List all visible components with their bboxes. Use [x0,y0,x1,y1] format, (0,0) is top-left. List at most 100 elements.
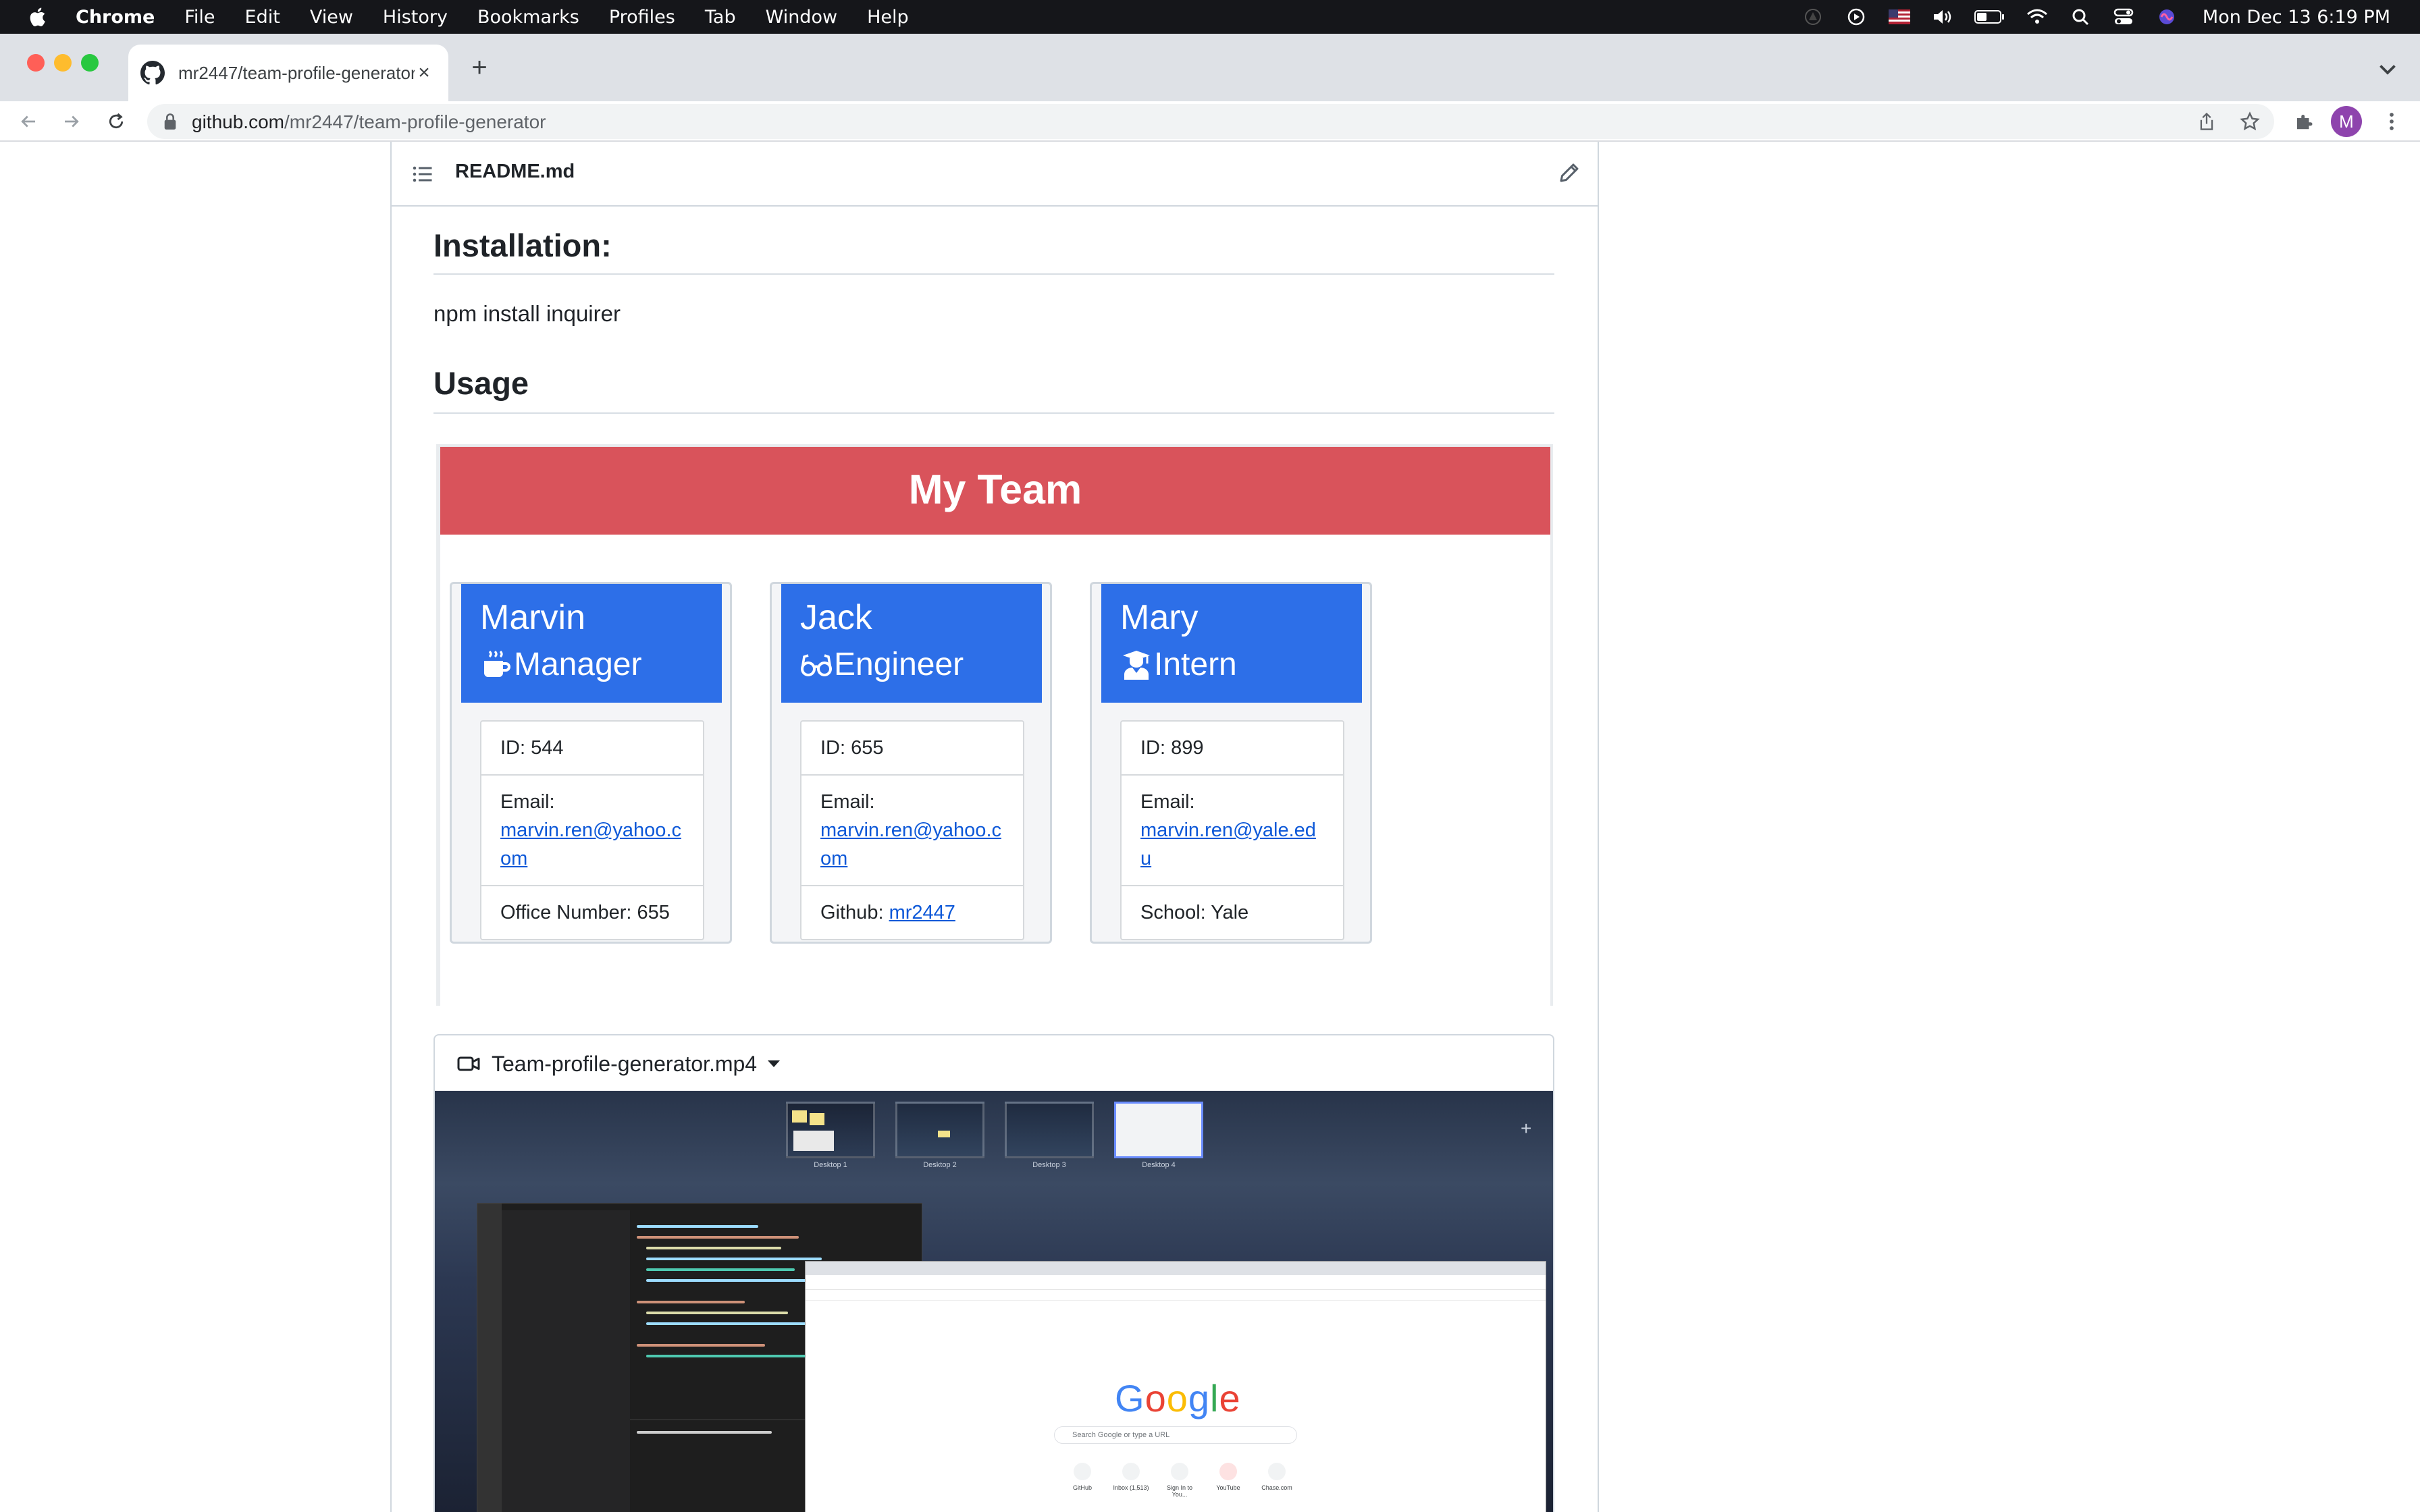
menu-bookmarks[interactable]: Bookmarks [477,7,579,28]
shortcut-tile: GitHub [1062,1463,1103,1491]
input-source-flag-icon[interactable] [1887,7,1912,27]
card-header: Marvin Manager [461,584,722,703]
video-player[interactable]: Desktop 1 Desktop 2 Desktop 3 Desktop 4 … [435,1091,1553,1512]
forward-button[interactable] [57,101,86,142]
tab-close-icon[interactable]: × [412,61,436,85]
employee-office-number: Office Number: 655 [500,902,670,923]
tab-search-chevron-icon[interactable] [2375,57,2400,81]
video-camera-icon [457,1056,480,1071]
browser-tab-active[interactable]: mr2447/team-profile-generator × [128,45,448,101]
desktop-thumbnail-active [1114,1102,1203,1158]
screen-recording-icon[interactable] [1800,7,1826,27]
profile-avatar[interactable]: M [2331,106,2362,137]
menu-file[interactable]: File [184,7,215,28]
github-favicon-icon [140,61,165,85]
menu-view[interactable]: View [310,7,353,28]
installation-command: npm install inquirer [433,301,621,326]
employee-school: School: Yale [1140,902,1249,923]
apple-logo-icon[interactable] [27,5,50,28]
graduate-icon [1123,650,1150,680]
battery-icon[interactable] [1973,7,2007,27]
readme-filename[interactable]: README.md [455,161,575,183]
heading-divider [433,273,1554,275]
shortcut-tile: Chase.com [1257,1463,1297,1491]
window-minimize-button[interactable] [54,54,72,72]
github-link[interactable]: mr2447 [889,902,955,923]
card-header: Mary Intern [1101,584,1362,703]
lock-icon[interactable] [162,113,178,130]
wifi-icon[interactable] [2024,7,2050,27]
menu-history[interactable]: History [383,7,448,28]
new-tab-button[interactable]: + [465,53,494,82]
glasses-icon [801,653,832,676]
email-link[interactable]: marvin.ren@yahoo.com [820,819,1001,869]
desktop-thumbnail [1005,1102,1094,1158]
employee-name: Jack [800,598,872,637]
chrome-window-thumbnail: Google Search Google or type a URL GitHu… [805,1261,1546,1512]
employee-id: ID: 655 [801,722,1023,776]
window-close-button[interactable] [27,54,45,72]
team-banner-title: My Team [908,466,1082,512]
play-status-icon[interactable] [1843,7,1869,27]
edit-pencil-icon[interactable] [1557,161,1581,185]
employee-email: Email: marvin.ren@yale.edu [1122,776,1343,886]
menu-app-chrome[interactable]: Chrome [76,7,155,28]
usage-heading: Usage [433,365,529,401]
readme-header: README.md [390,142,1599,207]
chevron-down-icon [768,1060,781,1067]
extensions-puzzle-icon[interactable] [2286,104,2321,139]
desktop-label: Desktop 4 [1142,1161,1176,1169]
employee-card-manager: Marvin Manager ID: 544 Email: marvin.ren@… [450,582,732,944]
menu-window[interactable]: Window [766,7,837,28]
macos-menu-bar: Chrome File Edit View History Bookmarks … [0,0,2420,34]
address-bar[interactable]: github.com/mr2447/team-profile-generator [147,104,2274,139]
email-link[interactable]: marvin.ren@yale.edu [1140,819,1316,869]
employee-github: Github: mr2447 [820,902,955,923]
menu-help[interactable]: Help [867,7,909,28]
google-logo: Google [1115,1377,1241,1420]
heading-divider [433,412,1554,414]
employee-id: ID: 899 [1122,722,1343,776]
employee-role: Engineer [800,646,964,683]
outline-list-icon[interactable] [411,162,435,186]
menu-edit[interactable]: Edit [245,7,280,28]
shortcut-tile: Inbox (1,513) [1111,1463,1151,1491]
menu-profiles[interactable]: Profiles [609,7,675,28]
desktop-thumbnail [786,1102,875,1158]
desktop-thumbnail [895,1102,984,1158]
tab-title: mr2447/team-profile-generator [178,62,415,83]
spotlight-search-icon[interactable] [2068,7,2093,27]
video-filename: Team-profile-generator.mp4 [492,1051,758,1076]
employee-email: Email: marvin.ren@yahoo.com [801,776,1023,886]
installation-heading: Installation: [433,227,612,263]
bookmark-star-icon[interactable] [2232,104,2267,139]
menubar-clock[interactable]: Mon Dec 13 6:19 PM [2203,7,2390,28]
reload-button[interactable] [101,101,131,142]
employee-email: Email: marvin.ren@yahoo.com [481,776,703,886]
volume-icon[interactable] [1930,7,1955,27]
employee-name: Marvin [480,598,586,637]
employee-role: Manager [480,646,641,683]
video-summary-toggle[interactable]: Team-profile-generator.mp4 [456,1050,781,1077]
control-center-icon[interactable] [2111,7,2136,27]
employee-card-engineer: Jack Engineer ID: 655 Email: marvin.ren@y… [770,582,1052,944]
employee-name: Mary [1120,598,1199,637]
menu-tab[interactable]: Tab [705,7,736,28]
card-header: Jack Engineer [781,584,1042,703]
team-banner: My Team [440,447,1550,535]
google-search-box: Search Google or type a URL [1054,1426,1297,1444]
email-link[interactable]: marvin.ren@yahoo.com [500,819,681,869]
window-zoom-button[interactable] [81,54,99,72]
coffee-mug-icon [484,650,510,677]
siri-icon[interactable] [2154,7,2180,27]
card-details-list: ID: 655 Email: marvin.ren@yahoo.com Githu… [800,720,1024,940]
shortcut-tile: YouTube [1208,1463,1248,1491]
url-text[interactable]: github.com/mr2447/team-profile-generator [192,111,546,133]
desktop-label: Desktop 2 [923,1161,957,1169]
card-details-list: ID: 899 Email: marvin.ren@yale.edu School… [1120,720,1344,940]
desktop-label: Desktop 1 [814,1161,847,1169]
chrome-menu-icon[interactable] [2374,104,2409,139]
employee-id: ID: 544 [481,722,703,776]
share-icon[interactable] [2189,104,2224,139]
back-button[interactable] [14,101,43,142]
